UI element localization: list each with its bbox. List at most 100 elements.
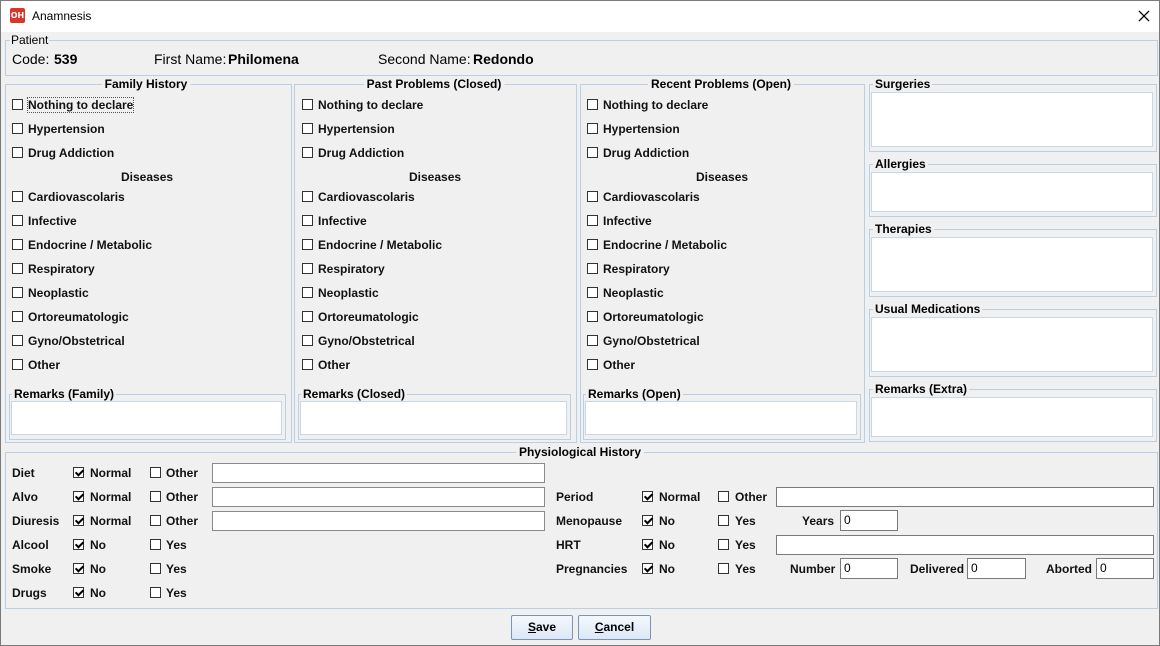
open-checkbox[interactable] (587, 147, 598, 158)
aborted-field[interactable]: 0 (1096, 558, 1154, 579)
save-label: ave (535, 620, 557, 634)
closed-remarks-textarea[interactable] (300, 401, 567, 435)
first-name-value: Philomena (228, 51, 299, 67)
pregnancies-option1-checkbox[interactable] (642, 563, 653, 574)
family-disease-label: Endocrine / Metabolic (28, 238, 153, 252)
closed-disease-checkbox[interactable] (302, 239, 313, 250)
anamnesis-window: OH Anamnesis Patient Code: 539 First Nam… (0, 0, 1160, 646)
physio-option2-label: Yes (166, 586, 187, 600)
family-checkbox[interactable] (12, 99, 23, 110)
hrt-field[interactable] (776, 535, 1154, 555)
closed-disease-label: Other (318, 358, 351, 372)
number-field[interactable]: 0 (840, 558, 898, 579)
closed-disease-checkbox[interactable] (302, 191, 313, 202)
family-checkbox[interactable] (12, 147, 23, 158)
open-remarks-textarea[interactable] (585, 401, 857, 435)
physio-option2-checkbox[interactable] (150, 515, 161, 526)
open-checkbox[interactable] (587, 99, 598, 110)
closed-disease-checkbox[interactable] (302, 287, 313, 298)
surgeries-textarea[interactable] (871, 92, 1153, 147)
pregnancies-option2-checkbox[interactable] (718, 563, 729, 574)
physio-option1-checkbox[interactable] (73, 587, 84, 598)
closed-disease-checkbox[interactable] (302, 359, 313, 370)
allergies-textarea[interactable] (871, 172, 1153, 212)
closed-diseases-title: Diseases (409, 170, 462, 184)
closed-checkbox[interactable] (302, 123, 313, 134)
remarks-extra-legend: Remarks (Extra) (873, 382, 970, 396)
surgeries-legend: Surgeries (873, 77, 933, 91)
close-icon[interactable] (1135, 7, 1153, 25)
closed-disease-checkbox[interactable] (302, 263, 313, 274)
allergies-legend: Allergies (873, 157, 928, 171)
physio-option2-checkbox[interactable] (150, 467, 161, 478)
physio-row-label: Diuresis (12, 514, 60, 528)
physio-option2-checkbox[interactable] (150, 539, 161, 550)
family-remarks-textarea[interactable] (11, 401, 282, 435)
closed-checkbox[interactable] (302, 147, 313, 158)
title-bar: OH Anamnesis (1, 1, 1159, 32)
open-disease-label: Ortoreumatologic (603, 310, 704, 324)
open-disease-checkbox[interactable] (587, 359, 598, 370)
open-disease-checkbox[interactable] (587, 239, 598, 250)
open-checkbox[interactable] (587, 123, 598, 134)
physio-option2-checkbox[interactable] (150, 491, 161, 502)
open-disease-checkbox[interactable] (587, 287, 598, 298)
physio-option2-checkbox[interactable] (150, 587, 161, 598)
physio-other-field[interactable] (212, 487, 545, 507)
family-disease-checkbox[interactable] (12, 287, 23, 298)
family-diseases-title: Diseases (121, 170, 174, 184)
physio-option1-checkbox[interactable] (73, 467, 84, 478)
years-field[interactable]: 0 (840, 510, 898, 531)
open-checkbox-label: Drug Addiction (603, 146, 690, 160)
closed-disease-checkbox[interactable] (302, 215, 313, 226)
physio-option1-checkbox[interactable] (73, 539, 84, 550)
open-disease-label: Gyno/Obstetrical (603, 334, 700, 348)
physio-option1-label: Normal (90, 466, 132, 480)
therapies-textarea[interactable] (871, 237, 1153, 292)
physio-option2-label: Other (166, 466, 199, 480)
physio-option2-checkbox[interactable] (150, 563, 161, 574)
open-diseases-title: Diseases (696, 170, 749, 184)
hrt-option1-checkbox[interactable] (642, 539, 653, 550)
physio-option2-label: Yes (166, 538, 187, 552)
physiological-legend: Physiological History (515, 445, 645, 459)
closed-disease-checkbox[interactable] (302, 335, 313, 346)
cancel-button[interactable]: Cancel (578, 615, 651, 640)
hrt-label: HRT (556, 538, 581, 552)
family-disease-checkbox[interactable] (12, 311, 23, 322)
period-other-field[interactable] (776, 487, 1154, 507)
physio-option1-checkbox[interactable] (73, 491, 84, 502)
aborted-label: Aborted (1046, 562, 1092, 576)
physio-other-field[interactable] (212, 463, 545, 483)
family-disease-checkbox[interactable] (12, 335, 23, 346)
physio-option1-checkbox[interactable] (73, 515, 84, 526)
period-option1-checkbox[interactable] (642, 491, 653, 502)
window-title: Anamnesis (32, 9, 92, 23)
open-disease-checkbox[interactable] (587, 263, 598, 274)
delivered-field[interactable]: 0 (967, 558, 1026, 579)
family-disease-checkbox[interactable] (12, 359, 23, 370)
period-option2-checkbox[interactable] (718, 491, 729, 502)
closed-disease-checkbox[interactable] (302, 311, 313, 322)
family-checkbox[interactable] (12, 123, 23, 134)
closed-checkbox-label: Nothing to declare (318, 98, 424, 112)
open-disease-checkbox[interactable] (587, 215, 598, 226)
physio-row-label: Alcool (12, 538, 49, 552)
family-disease-checkbox[interactable] (12, 215, 23, 226)
family-disease-checkbox[interactable] (12, 239, 23, 250)
physio-other-field[interactable] (212, 511, 545, 531)
open-disease-checkbox[interactable] (587, 191, 598, 202)
family-disease-checkbox[interactable] (12, 263, 23, 274)
menopause-option2-checkbox[interactable] (718, 515, 729, 526)
closed-checkbox[interactable] (302, 99, 313, 110)
menopause-option1-checkbox[interactable] (642, 515, 653, 526)
open-checkbox-label: Nothing to declare (603, 98, 709, 112)
physio-option1-checkbox[interactable] (73, 563, 84, 574)
usual-medications-textarea[interactable] (871, 317, 1153, 372)
open-disease-checkbox[interactable] (587, 311, 598, 322)
remarks-extra-textarea[interactable] (871, 397, 1153, 437)
open-disease-checkbox[interactable] (587, 335, 598, 346)
save-button[interactable]: Save (511, 615, 573, 640)
hrt-option2-checkbox[interactable] (718, 539, 729, 550)
family-disease-checkbox[interactable] (12, 191, 23, 202)
